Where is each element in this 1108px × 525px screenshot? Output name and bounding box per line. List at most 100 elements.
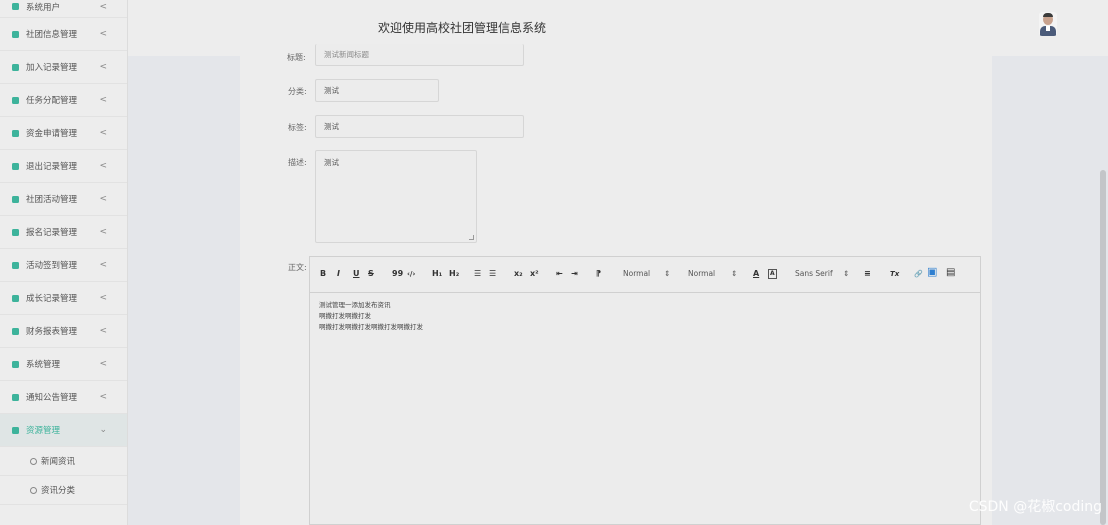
bullet-list-icon[interactable]: ☰ xyxy=(489,269,496,279)
sidebar-item-signup-records[interactable]: 报名记录管理 < xyxy=(0,216,127,249)
sidebar-item-club-info[interactable]: 社团信息管理 < xyxy=(0,18,127,51)
title-input[interactable]: 测试新闻标题 xyxy=(315,44,524,66)
editor-line: 啊撒打发啊撒打发啊撒打发啊撒打发 xyxy=(319,323,423,331)
body-label: 正文: xyxy=(288,263,307,272)
chevron-left-icon: < xyxy=(99,392,107,402)
chevron-left-icon: < xyxy=(99,260,107,270)
sidebar-item-label: 通知公告管理 xyxy=(26,393,78,403)
menu-icon xyxy=(12,327,19,335)
sidebar-item-club-activity[interactable]: 社团活动管理 < xyxy=(0,183,127,216)
sidebar-item-label: 系统管理 xyxy=(26,360,61,370)
page-title: 欢迎使用高校社团管理信息系统 xyxy=(378,21,547,35)
chevron-left-icon: < xyxy=(99,29,107,39)
avatar[interactable] xyxy=(1039,12,1057,36)
sidebar-item-fund-apply[interactable]: 资金申请管理 < xyxy=(0,117,127,150)
quote-icon[interactable]: 99 xyxy=(392,269,403,279)
editor-line: 测试管理一添加发布资讯 xyxy=(319,301,391,309)
editor-line: 啊撒打发啊撒打发 xyxy=(319,312,371,320)
resize-handle-icon[interactable] xyxy=(469,235,474,240)
menu-icon xyxy=(12,294,19,302)
description-label: 描述: xyxy=(288,158,307,167)
superscript-button[interactable]: x² xyxy=(530,269,539,279)
menu-icon xyxy=(12,228,19,236)
editor-content[interactable]: 测试管理一添加发布资讯 啊撒打发啊撒打发 啊撒打发啊撒打发啊撒打发啊撒打发 xyxy=(310,293,980,340)
chevron-left-icon: < xyxy=(99,95,107,105)
sidebar-item-exit-records[interactable]: 退出记录管理 < xyxy=(0,150,127,183)
category-label: 分类: xyxy=(288,87,307,96)
description-textarea[interactable]: 测试 xyxy=(315,150,477,243)
editor-toolbar: B I U S 99 ‹/› H₁ H₂ ☰ ☰ x₂ x² ⇤ ⇥ ⁋ Nor… xyxy=(310,257,980,293)
chevron-left-icon: < xyxy=(99,1,107,12)
menu-icon xyxy=(12,360,19,368)
sidebar-subitem-news-category[interactable]: 资讯分类 xyxy=(0,476,127,505)
h2-button[interactable]: H₂ xyxy=(449,269,459,279)
sidebar-subitem-label: 新闻资讯 xyxy=(41,457,76,467)
chevron-left-icon: < xyxy=(99,227,107,237)
background-color-icon[interactable]: A xyxy=(768,269,777,279)
bold-button[interactable]: B xyxy=(320,269,326,279)
font-select[interactable]: Sans Serif xyxy=(795,269,833,279)
chevron-left-icon: < xyxy=(99,128,107,138)
header-select[interactable]: Normal xyxy=(688,269,715,279)
menu-icon xyxy=(12,96,19,104)
subscript-button[interactable]: x₂ xyxy=(514,269,523,279)
sidebar-item-label: 社团信息管理 xyxy=(26,30,78,40)
sidebar-item-notice[interactable]: 通知公告管理 < xyxy=(0,381,127,414)
chevron-left-icon: < xyxy=(99,194,107,204)
italic-button[interactable]: I xyxy=(337,269,340,279)
menu-icon xyxy=(12,261,19,269)
text-direction-icon[interactable]: ⁋ xyxy=(596,269,601,279)
sidebar-item-label: 社团活动管理 xyxy=(26,195,78,205)
sidebar-item-label: 财务报表管理 xyxy=(26,327,78,337)
sidebar-item-label: 任务分配管理 xyxy=(26,96,78,106)
ordered-list-icon[interactable]: ☰ xyxy=(474,269,481,279)
sidebar-item-resources[interactable]: 资源管理 ⌄ xyxy=(0,414,127,447)
chevron-left-icon: < xyxy=(99,326,107,336)
align-icon[interactable]: ≡ xyxy=(864,269,871,279)
sidebar-item-finance-report[interactable]: 财务报表管理 < xyxy=(0,315,127,348)
sidebar-item-growth-records[interactable]: 成长记录管理 < xyxy=(0,282,127,315)
h1-button[interactable]: H₁ xyxy=(432,269,442,279)
sidebar-item-system-users[interactable]: 系统用户 < xyxy=(0,0,127,18)
select-arrow-icon: ⇕ xyxy=(731,269,738,278)
menu-icon xyxy=(12,393,19,401)
sidebar-item-system-manage[interactable]: 系统管理 < xyxy=(0,348,127,381)
underline-button[interactable]: U xyxy=(353,269,360,279)
circle-check-icon xyxy=(30,457,37,465)
select-arrow-icon: ⇕ xyxy=(843,269,850,278)
sidebar-item-label: 资源管理 xyxy=(26,426,61,436)
sidebar-subitem-news[interactable]: 新闻资讯 xyxy=(0,447,127,476)
menu-icon xyxy=(12,162,19,170)
sidebar-item-task-assign[interactable]: 任务分配管理 < xyxy=(0,84,127,117)
sidebar-item-label: 退出记录管理 xyxy=(26,162,78,172)
description-text: 测试 xyxy=(324,158,339,167)
video-icon[interactable]: ▤ xyxy=(946,268,955,278)
tags-input[interactable]: 测试 xyxy=(315,115,524,138)
link-icon[interactable]: 🔗 xyxy=(914,269,923,279)
strike-button[interactable]: S xyxy=(368,269,374,279)
chevron-left-icon: < xyxy=(99,359,107,369)
watermark: CSDN @花椒coding xyxy=(968,499,1102,515)
sidebar-subitem-label: 资讯分类 xyxy=(41,486,76,496)
menu-icon xyxy=(12,63,19,71)
clean-format-icon[interactable]: Tx xyxy=(890,269,899,279)
sidebar-item-label: 活动签到管理 xyxy=(26,261,78,271)
menu-icon xyxy=(12,3,19,10)
sidebar-item-checkin[interactable]: 活动签到管理 < xyxy=(0,249,127,282)
size-select[interactable]: Normal xyxy=(623,269,650,279)
page-scrollbar[interactable] xyxy=(1100,170,1106,525)
outdent-icon[interactable]: ⇤ xyxy=(556,269,563,279)
category-input[interactable]: 测试 xyxy=(315,79,439,102)
menu-icon xyxy=(12,195,19,203)
sidebar-item-join-records[interactable]: 加入记录管理 < xyxy=(0,51,127,84)
indent-icon[interactable]: ⇥ xyxy=(571,269,578,279)
sidebar-item-label: 成长记录管理 xyxy=(26,294,78,304)
text-color-icon[interactable]: A xyxy=(753,269,759,279)
chevron-left-icon: < xyxy=(99,161,107,171)
circle-check-icon xyxy=(30,486,37,494)
image-icon[interactable]: ▣ xyxy=(927,266,937,277)
code-icon[interactable]: ‹/› xyxy=(407,269,415,279)
menu-icon xyxy=(12,30,19,38)
chevron-left-icon: < xyxy=(99,293,107,303)
menu-icon xyxy=(12,129,19,137)
